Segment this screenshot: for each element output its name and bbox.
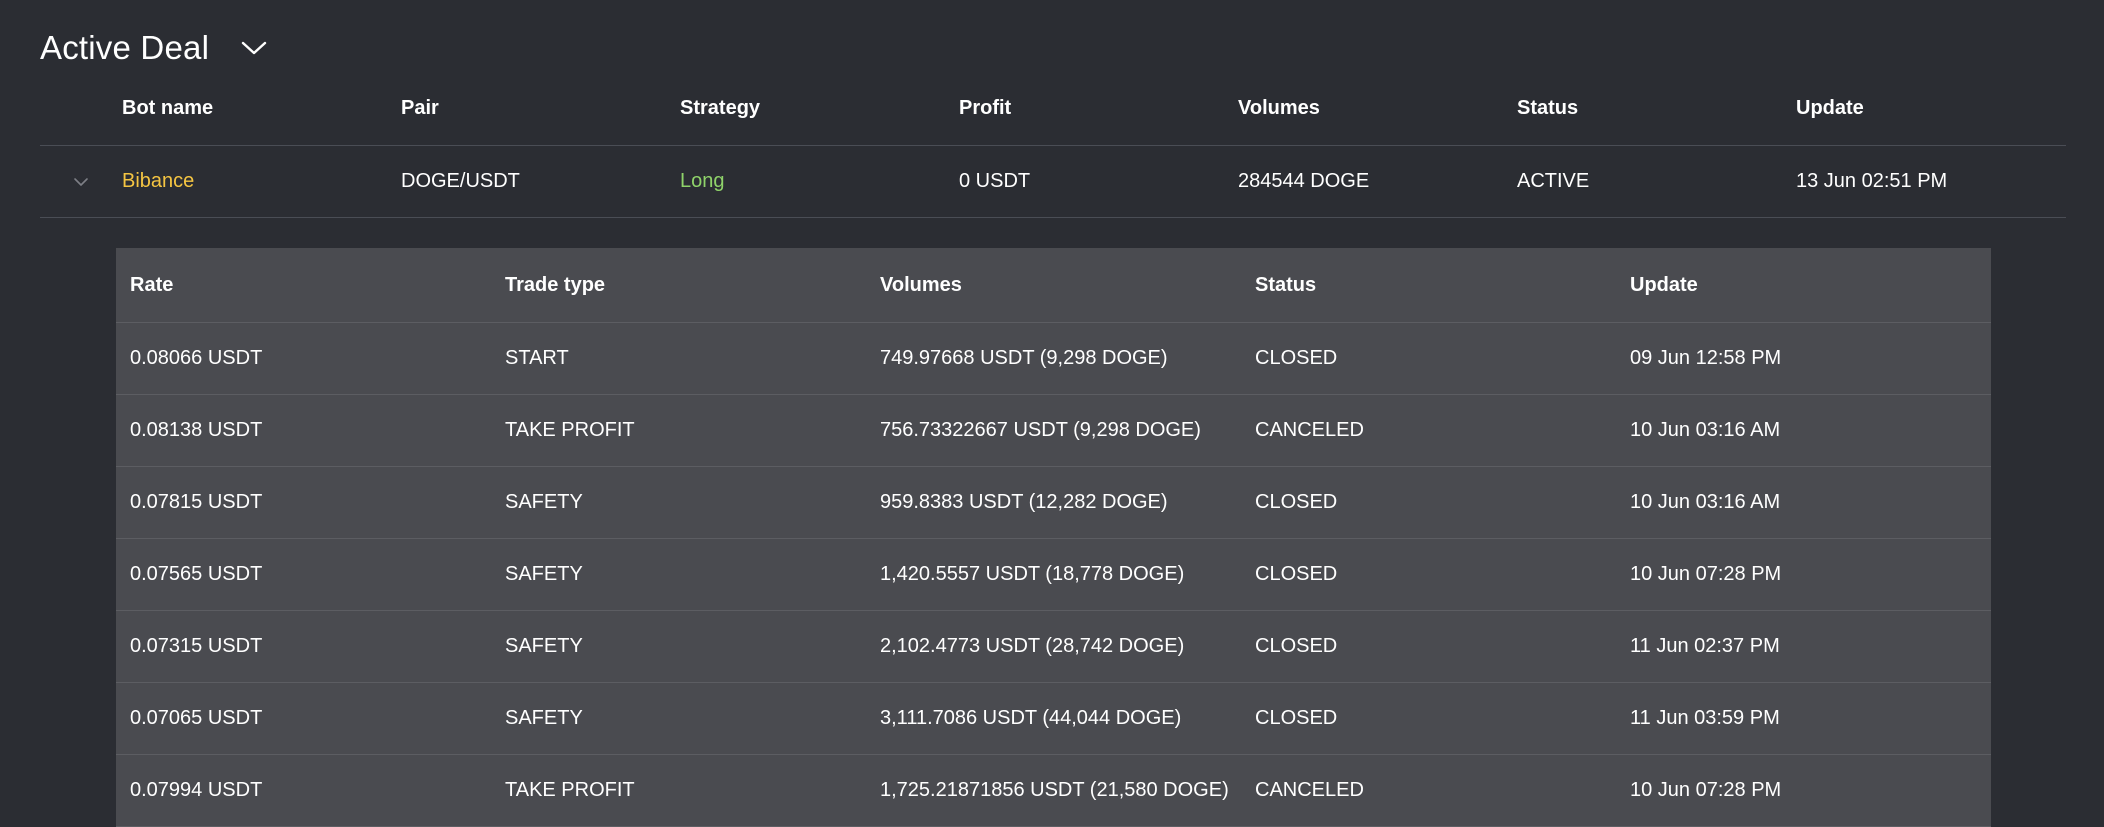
column-header-bot-name: Bot name [122, 97, 214, 119]
table-row: 0.07565 USDT SAFETY 1,420.5557 USDT (18,… [116, 539, 1991, 611]
status-cell: CLOSED [1255, 491, 1338, 513]
bot-name-link[interactable]: Bibance [122, 170, 401, 193]
table-row: 0.07994 USDT TAKE PROFIT 1,725.21871856 … [116, 755, 1991, 827]
pair-cell: DOGE/USDT [401, 170, 520, 192]
table-row: 0.07065 USDT SAFETY 3,111.7086 USDT (44,… [116, 683, 1991, 755]
status-cell: CLOSED [1255, 635, 1338, 657]
column-header-status: Status [1255, 273, 1317, 296]
update-cell: 10 Jun 03:16 AM [1630, 491, 1781, 513]
table-header: Bot name Pair Strategy Profit Volumes St… [40, 72, 2066, 146]
row-expand-toggle[interactable] [40, 177, 122, 187]
volumes-cell: 749.97668 USDT (9,298 DOGE) [880, 347, 1168, 369]
trade-history-table: Rate Trade type Volumes Status Update 0.… [116, 248, 1991, 827]
rate-cell: 0.07315 USDT [130, 635, 263, 657]
chevron-down-icon[interactable] [73, 177, 89, 187]
rate-cell: 0.08138 USDT [130, 419, 263, 441]
update-cell: 13 Jun 02:51 PM [1796, 170, 1948, 192]
column-header-trade-type: Trade type [505, 273, 606, 296]
rate-cell: 0.07065 USDT [130, 707, 263, 729]
update-cell: 10 Jun 07:28 PM [1630, 779, 1782, 801]
volumes-cell: 756.73322667 USDT (9,298 DOGE) [880, 419, 1201, 441]
column-header-update: Update [1630, 273, 1698, 296]
volumes-cell: 1,420.5557 USDT (18,778 DOGE) [880, 563, 1185, 585]
update-cell: 10 Jun 03:16 AM [1630, 419, 1781, 441]
rate-cell: 0.07994 USDT [130, 779, 263, 801]
table-row: 0.08066 USDT START 749.97668 USDT (9,298… [116, 323, 1991, 395]
trade-type-cell: TAKE PROFIT [505, 779, 635, 801]
chevron-down-icon[interactable] [239, 38, 269, 58]
column-header-rate: Rate [130, 273, 174, 296]
update-cell: 11 Jun 02:37 PM [1630, 635, 1780, 657]
volumes-cell: 2,102.4773 USDT (28,742 DOGE) [880, 635, 1185, 657]
volumes-cell: 959.8383 USDT (12,282 DOGE) [880, 491, 1168, 513]
volumes-cell: 3,111.7086 USDT (44,044 DOGE) [880, 707, 1182, 729]
status-cell: CLOSED [1255, 563, 1338, 585]
status-cell: CANCELED [1255, 779, 1364, 801]
section-header: Active Deal [40, 22, 269, 74]
column-header-status: Status [1517, 97, 1579, 119]
column-header-update: Update [1796, 97, 1864, 119]
column-header-volumes: Volumes [1238, 97, 1320, 119]
table-row[interactable]: Bibance DOGE/USDT Long 0 USDT 284544 DOG… [40, 146, 2066, 218]
table-row: 0.07315 USDT SAFETY 2,102.4773 USDT (28,… [116, 611, 1991, 683]
status-cell: ACTIVE [1517, 170, 1590, 192]
trade-type-cell: SAFETY [505, 635, 583, 657]
column-header-volumes: Volumes [880, 273, 962, 296]
trade-type-cell: SAFETY [505, 563, 583, 585]
volumes-cell: 284544 DOGE [1238, 170, 1370, 192]
rate-cell: 0.07815 USDT [130, 491, 263, 513]
column-header-pair: Pair [401, 97, 439, 119]
rate-cell: 0.08066 USDT [130, 347, 263, 369]
update-cell: 09 Jun 12:58 PM [1630, 347, 1782, 369]
active-deal-table: Bot name Pair Strategy Profit Volumes St… [40, 72, 2066, 218]
trade-type-cell: TAKE PROFIT [505, 419, 635, 441]
profit-cell: 0 USDT [959, 170, 1031, 192]
update-cell: 10 Jun 07:28 PM [1630, 563, 1782, 585]
trade-type-cell: SAFETY [505, 707, 583, 729]
rate-cell: 0.07565 USDT [130, 563, 263, 585]
status-cell: CLOSED [1255, 707, 1338, 729]
column-header-profit: Profit [959, 97, 1012, 119]
update-cell: 11 Jun 03:59 PM [1630, 707, 1780, 729]
status-cell: CLOSED [1255, 347, 1338, 369]
table-row: 0.08138 USDT TAKE PROFIT 756.73322667 US… [116, 395, 1991, 467]
sub-table-header: Rate Trade type Volumes Status Update [116, 248, 1991, 323]
status-cell: CANCELED [1255, 419, 1364, 441]
table-row: 0.07815 USDT SAFETY 959.8383 USDT (12,28… [116, 467, 1991, 539]
section-title: Active Deal [40, 29, 210, 66]
strategy-cell: Long [680, 170, 725, 192]
volumes-cell: 1,725.21871856 USDT (21,580 DOGE) [880, 779, 1229, 801]
trade-type-cell: SAFETY [505, 491, 583, 513]
trade-type-cell: START [505, 347, 569, 369]
column-header-strategy: Strategy [680, 97, 761, 119]
